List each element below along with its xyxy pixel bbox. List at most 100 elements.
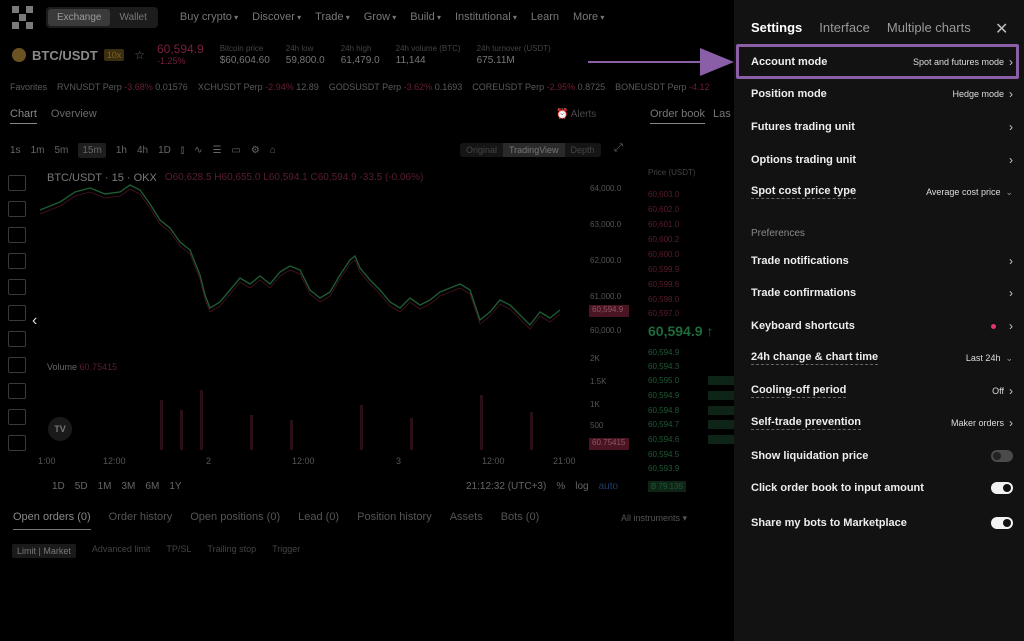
exchange-wallet-switch[interactable]: Exchange Wallet xyxy=(46,6,158,28)
indicators-icon[interactable]: ∿ xyxy=(194,145,202,156)
ask-row[interactable]: 60,599.9 xyxy=(648,265,679,274)
setting-keyboard-shortcuts[interactable]: Keyboard shortcuts › xyxy=(751,316,1013,336)
tab-order-history[interactable]: Order history xyxy=(109,511,173,530)
ask-row[interactable]: 60,601.0 xyxy=(648,220,679,229)
filter-trigger[interactable]: Trigger xyxy=(272,544,300,558)
chart-settings-icon[interactable]: ⚙ xyxy=(251,145,260,156)
exchange-tab[interactable]: Exchange xyxy=(48,8,111,26)
filter-advanced-limit[interactable]: Advanced limit xyxy=(92,544,151,558)
interval-5m[interactable]: 5m xyxy=(54,145,68,156)
nav-buy-crypto[interactable]: Buy crypto xyxy=(180,11,238,23)
view-original[interactable]: Original xyxy=(460,143,503,157)
tab-multiple-charts[interactable]: Multiple charts xyxy=(887,20,971,35)
tab-open-positions[interactable]: Open positions (0) xyxy=(190,511,280,530)
setting-options-trading-unit[interactable]: Options trading unit › xyxy=(751,150,1013,170)
snapshot-icon[interactable]: ▭ xyxy=(231,145,240,156)
setting-spot-cost-price-type[interactable]: Spot cost price type Average cost price ⌄ xyxy=(751,182,1013,202)
bid-row[interactable]: 60,593.9 xyxy=(648,464,679,473)
text-icon[interactable] xyxy=(8,331,26,347)
bid-row[interactable]: 60,594.5 xyxy=(648,450,679,459)
tab-open-orders[interactable]: Open orders (0) xyxy=(13,511,91,530)
nav-institutional[interactable]: Institutional xyxy=(455,11,517,23)
okx-logo[interactable] xyxy=(12,5,33,29)
bid-row[interactable]: 60,594.3 xyxy=(648,362,679,371)
candle-type-icon[interactable]: ⫾ xyxy=(181,145,184,156)
setting-trade-confirmations[interactable]: Trade confirmations › xyxy=(751,283,1013,303)
tab-overview[interactable]: Overview xyxy=(51,108,97,124)
tab-lead[interactable]: Lead (0) xyxy=(298,511,339,530)
crosshair-icon[interactable] xyxy=(8,175,26,191)
ask-row[interactable]: 60,597.0 xyxy=(648,309,679,318)
nav-more[interactable]: More xyxy=(573,11,604,23)
layout-icon[interactable]: ☰ xyxy=(212,145,221,156)
favorite-item[interactable]: RVNUSDT Perp -3.68% 0.01576 xyxy=(57,82,188,92)
range-6m[interactable]: 6M xyxy=(145,481,159,492)
pattern-icon[interactable] xyxy=(8,253,26,269)
magnet-icon[interactable] xyxy=(8,435,26,451)
favorite-item[interactable]: BONEUSDT Perp -4.12 xyxy=(615,82,709,92)
tab-position-history[interactable]: Position history xyxy=(357,511,432,530)
bid-row[interactable]: 60,594.7 xyxy=(648,420,679,429)
emoji-icon[interactable] xyxy=(8,357,26,373)
favorite-item[interactable]: XCHUSDT Perp -2.94% 12.89 xyxy=(198,82,319,92)
price-chart[interactable] xyxy=(30,180,590,460)
setting-24h-change-chart-time[interactable]: 24h change & chart time Last 24h ⌄ xyxy=(751,348,1013,368)
interval-1s[interactable]: 1s xyxy=(10,145,21,156)
tab-last-trades[interactable]: Las xyxy=(713,108,731,124)
setting-self-trade-prevention[interactable]: Self-trade prevention Maker orders › xyxy=(751,413,1013,433)
bid-row[interactable]: 60,594.6 xyxy=(648,435,679,444)
setting-futures-trading-unit[interactable]: Futures trading unit › xyxy=(751,117,1013,137)
filter-tpsl[interactable]: TP/SL xyxy=(166,544,191,558)
nav-trade[interactable]: Trade xyxy=(315,11,350,23)
tab-order-book[interactable]: Order book xyxy=(650,108,706,124)
tab-settings[interactable]: Settings xyxy=(751,20,802,35)
tradingview-logo[interactable]: TV xyxy=(48,417,72,441)
wallet-tab[interactable]: Wallet xyxy=(110,9,155,26)
view-depth[interactable]: Depth xyxy=(565,143,601,157)
fullscreen-icon[interactable]: ⤢ xyxy=(614,142,623,155)
interval-1m[interactable]: 1m xyxy=(31,145,45,156)
tab-bots[interactable]: Bots (0) xyxy=(501,511,540,530)
ask-row[interactable]: 60,600.2 xyxy=(648,235,679,244)
range-1y[interactable]: 1Y xyxy=(169,481,181,492)
click-order-book-toggle[interactable] xyxy=(991,482,1013,494)
tab-chart[interactable]: Chart xyxy=(10,108,37,124)
setting-position-mode[interactable]: Position mode Hedge mode › xyxy=(751,84,1013,104)
scale-log[interactable]: log xyxy=(575,481,588,492)
ask-row[interactable]: 60,598.0 xyxy=(648,295,679,304)
close-icon[interactable]: ✕ xyxy=(995,19,1008,39)
alerts-button[interactable]: ⏰ Alerts xyxy=(556,109,596,120)
fib-icon[interactable] xyxy=(8,227,26,243)
range-1d[interactable]: 1D xyxy=(52,481,65,492)
nav-discover[interactable]: Discover xyxy=(252,11,301,23)
interval-1d[interactable]: 1D xyxy=(158,145,171,156)
instruments-dropdown[interactable]: All instruments ▾ xyxy=(621,513,687,524)
measure-icon[interactable] xyxy=(8,279,26,295)
ask-row[interactable]: 60,603.0 xyxy=(648,190,679,199)
favorite-item[interactable]: COREUSDT Perp -2.95% 0.8725 xyxy=(472,82,605,92)
range-3m[interactable]: 3M xyxy=(122,481,136,492)
chevron-left-icon[interactable]: ‹ xyxy=(32,312,37,330)
trendline-icon[interactable] xyxy=(8,201,26,217)
interval-15m[interactable]: 15m xyxy=(78,143,106,158)
bid-row[interactable]: 60,594.9 xyxy=(648,391,679,400)
ruler-icon[interactable] xyxy=(8,383,26,399)
tab-interface[interactable]: Interface xyxy=(819,20,870,35)
zoom-icon[interactable] xyxy=(8,409,26,425)
filter-limit-market[interactable]: Limit | Market xyxy=(12,544,76,558)
brush-icon[interactable] xyxy=(8,305,26,321)
liquidation-price-toggle[interactable] xyxy=(991,450,1013,462)
favorite-item[interactable]: GODSUSDT Perp -3.62% 0.1693 xyxy=(329,82,462,92)
template-icon[interactable]: ⌂ xyxy=(270,145,276,156)
scale-percent[interactable]: % xyxy=(556,481,565,492)
setting-cooling-off-period[interactable]: Cooling-off period Off › xyxy=(751,381,1013,401)
ask-row[interactable]: 60,600.0 xyxy=(648,250,679,259)
ask-row[interactable]: 60,602.0 xyxy=(648,205,679,214)
ask-row[interactable]: 60,599.6 xyxy=(648,280,679,289)
interval-4h[interactable]: 4h xyxy=(137,145,148,156)
nav-build[interactable]: Build xyxy=(410,11,441,23)
range-5d[interactable]: 5D xyxy=(75,481,88,492)
share-bots-toggle[interactable] xyxy=(991,517,1013,529)
bid-row[interactable]: 60,595.0 xyxy=(648,376,679,385)
nav-grow[interactable]: Grow xyxy=(364,11,397,23)
